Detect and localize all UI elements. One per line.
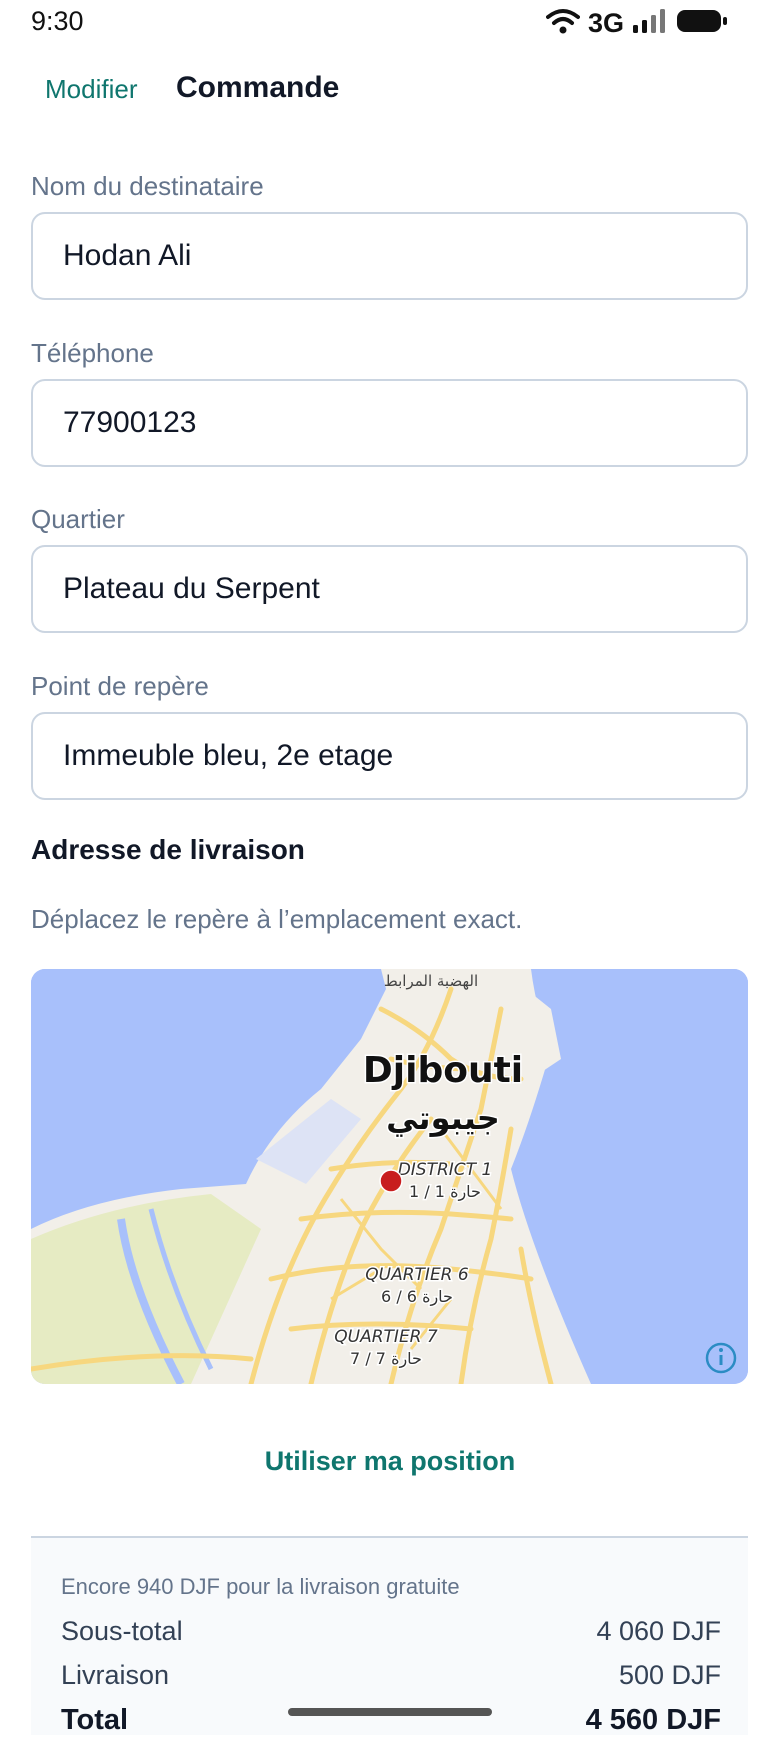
delivery-fee-label: Livraison [61, 1660, 170, 1690]
page-title: Commande [176, 71, 340, 104]
map-district1-label-ar: حارة 1 / 1 [409, 1182, 481, 1202]
map-quartier6-label: QUARTIER 6 [365, 1265, 469, 1285]
wifi-icon [545, 8, 580, 39]
map-district1-label: DISTRICT 1 [398, 1160, 493, 1180]
map-city-label: Djibouti [363, 1050, 523, 1091]
status-bar: 9:30 3G [0, 0, 780, 48]
signal-icon [632, 8, 668, 39]
total-label: Total [61, 1704, 129, 1736]
phone-label: Téléphone [31, 338, 154, 368]
district-label: Quartier [31, 504, 125, 534]
subtotal-row: Sous-total 4 060 DJF [61, 1616, 721, 1647]
map-city-label-ar: جيبوتي [386, 1099, 500, 1137]
network-type: 3G [587, 8, 624, 38]
delivery-address-title: Adresse de livraison [31, 834, 305, 865]
subtotal-value: 4 060 DJF [596, 1616, 721, 1646]
location-pin-icon[interactable] [379, 1169, 403, 1193]
status-icons: 3G [545, 8, 728, 39]
status-time: 9:30 [31, 6, 84, 36]
free-delivery-note: Encore 940 DJF pour la livraison gratuit… [61, 1574, 460, 1599]
delivery-hint: Déplacez le repère à l’emplacement exact… [31, 904, 523, 934]
map-quartier7-label: QUARTIER 7 [334, 1327, 438, 1347]
order-summary: Encore 940 DJF pour la livraison gratuit… [31, 1536, 748, 1736]
edit-back-button[interactable]: Modifier [45, 74, 137, 105]
home-indicator[interactable] [288, 1708, 492, 1716]
map-quartier6-label-ar: حارة 6 / 6 [381, 1287, 453, 1307]
battery-icon [676, 8, 728, 39]
delivery-map[interactable]: الهضبة المرابط Djibouti جيبوتي DISTRICT … [31, 969, 748, 1384]
district-field[interactable] [31, 545, 748, 633]
phone-field[interactable] [31, 379, 748, 467]
map-label-top: الهضبة المرابط [384, 972, 478, 990]
top-bar: Modifier Commande [0, 56, 780, 126]
recipient-name-field[interactable] [31, 212, 748, 300]
delivery-fee-value: 500 DJF [618, 1660, 721, 1690]
name-label: Nom du destinataire [31, 171, 264, 201]
delivery-fee-row: Livraison 500 DJF [61, 1660, 721, 1691]
map-quartier7-label-ar: حارة 7 / 7 [350, 1349, 422, 1369]
landmark-label: Point de repère [31, 671, 209, 701]
landmark-field[interactable] [31, 712, 748, 800]
subtotal-label: Sous-total [61, 1616, 183, 1646]
total-value: 4 560 DJF [585, 1704, 721, 1736]
use-my-location-button[interactable]: Utiliser ma position [190, 1436, 590, 1486]
